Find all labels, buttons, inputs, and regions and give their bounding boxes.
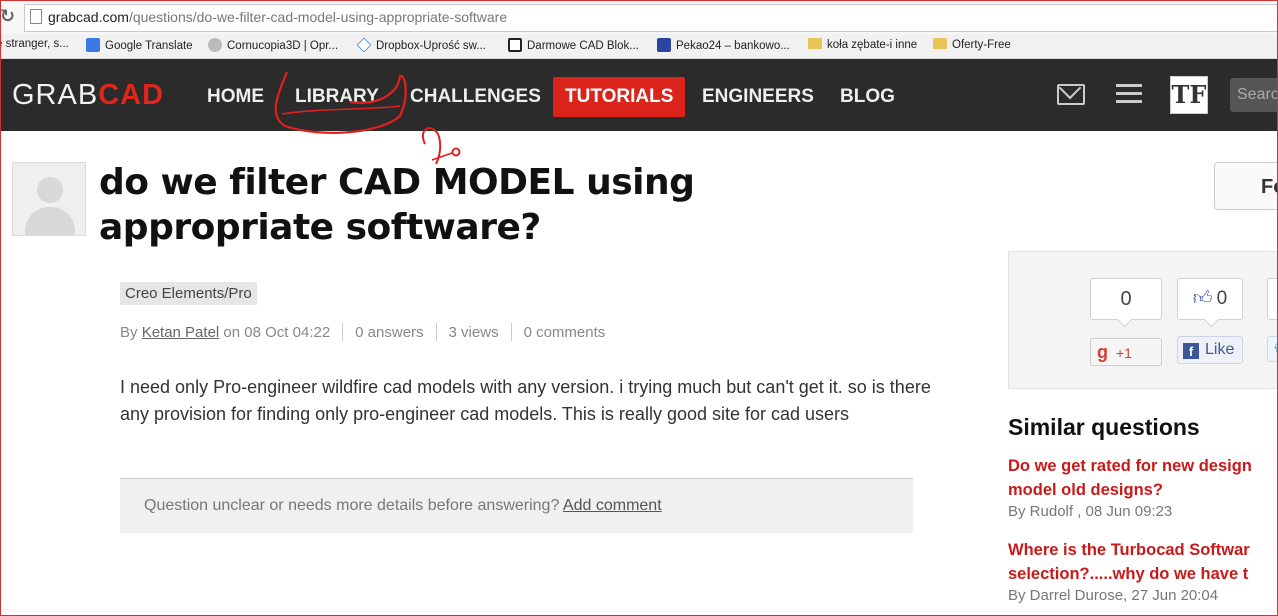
follow-button[interactable]: Fo [1214,162,1278,210]
tweet-count [1267,278,1278,320]
similar-question-line: Do we get rated for new design [1008,457,1252,475]
like-label: Like [1205,341,1235,358]
comment-prompt-text: Question unclear or needs more details b… [144,497,560,514]
similar-question-line: model old designs? [1008,481,1163,499]
like-count: 👍︎ 0 [1177,278,1243,320]
gplus-button[interactable]: g +1 [1090,338,1162,366]
bookmark-label: Darmowe CAD Blok... [527,40,639,52]
pekao-icon [657,38,671,52]
facebook-icon: f [1183,343,1199,359]
author-link[interactable]: Ketan Patel [142,324,220,341]
similar-questions-heading: Similar questions [1008,414,1200,440]
comment-prompt-box: Question unclear or needs more details b… [120,478,913,533]
url-text[interactable]: grabcad.com/questions/do-we-filter-cad-m… [48,9,507,25]
bookmark-label: Google Translate [105,40,193,52]
similar-question-link[interactable]: Where is the Turbocad Softwar selection?.… [1008,538,1278,586]
url-path: /questions/do-we-filter-cad-model-using-… [128,9,508,25]
dropbox-icon [356,37,372,53]
tweet-button[interactable]: 🐦︎ [1267,336,1278,362]
bookmark-darmowe-cad[interactable]: Darmowe CAD Blok... [508,38,639,54]
cornucopia-icon [208,38,222,52]
meta-views: 3 views [448,324,499,341]
similar-question-line: selection?.....why do we have t [1008,565,1249,583]
bookmark-folder-oferty[interactable]: Oferty-Free [933,38,1011,54]
bookmark-label: Cornucopia3D | Opr... [227,40,339,52]
nav-home[interactable]: HOME [207,86,264,108]
address-bar: ↻ grabcad.com/questions/do-we-filter-cad… [0,0,1278,34]
bookmark-label: Dropbox-Uprość sw... [376,40,486,52]
nav-challenges[interactable]: CHALLENGES [410,86,541,108]
question-meta: By Ketan Patel on 08 Oct 04:22 0 answers 3… [120,323,605,341]
gplus-count: 0 [1090,278,1162,320]
question-tag[interactable]: Creo Elements/Pro [120,282,257,305]
similar-question: Where is the Turbocad Softwar selection?.… [1008,538,1278,604]
question-title: do we filter CAD MODEL using appropriate… [99,162,695,248]
folder-icon [808,38,822,49]
nav-blog[interactable]: BLOG [840,86,895,108]
thumbs-up-icon: 👍︎ [1192,288,1213,309]
gplus-label: +1 [1116,345,1132,361]
cad-block-icon [508,38,522,52]
similar-question: Do we get rated for new design model old … [1008,454,1278,520]
bookmark-label: Oferty-Free [952,39,1011,51]
meta-date: on 08 Oct 04:22 [223,324,331,341]
similar-question-byline: By Rudolf , 08 Jun 09:23 [1008,503,1173,520]
nav-tutorials[interactable]: TUTORIALS [553,77,686,117]
url-host: grabcad.com [48,9,129,25]
similar-question-byline: By Darrel Durose, 27 Jun 20:04 [1008,587,1219,604]
nav-engineers[interactable]: ENGINEERS [702,86,814,108]
question-body: I need only Pro-engineer wildfire cad mo… [120,377,931,424]
share-panel: 0 👍︎0 g+1 fLike 🐦︎ [1008,251,1278,389]
meta-answers: 0 answers [355,324,424,341]
user-avatar[interactable]: TF [1170,76,1208,114]
bookmark-dropbox[interactable]: Dropbox-Uprość sw... [356,37,486,54]
author-avatar[interactable] [12,162,86,236]
facebook-like-button[interactable]: f Like [1177,336,1243,364]
page-icon [30,9,42,24]
bookmark-google-translate[interactable]: Google Translate [86,38,193,54]
search-input[interactable]: Searc [1230,78,1278,112]
add-comment-link[interactable]: Add comment [563,497,662,514]
twitter-icon: 🐦︎ [1274,342,1278,358]
folder-icon [933,38,947,49]
bookmark-stranger[interactable]: e stranger, s... [0,38,69,54]
bookmark-label: e stranger, s... [0,38,69,50]
logo-grab: GRAB [12,79,99,111]
site-navbar: GRABCAD HOME LIBRARY CHALLENGES TUTORIAL… [0,59,1278,131]
menu-icon[interactable] [1116,84,1142,108]
mail-icon[interactable] [1057,84,1085,105]
gplus-icon: g [1097,342,1108,362]
bookmark-label: Pekao24 – bankowo... [676,40,790,52]
bookmarks-bar: e stranger, s... Google Translate Cornuc… [0,34,1278,59]
grabcad-logo[interactable]: GRABCAD [12,79,164,112]
bookmark-label: koła zębate-i inne [827,39,918,51]
reload-icon[interactable]: ↻ [0,6,15,27]
similar-question-link[interactable]: Do we get rated for new design model old … [1008,454,1278,502]
translate-icon [86,38,100,52]
meta-comments: 0 comments [523,324,606,341]
bookmark-pekao[interactable]: Pekao24 – bankowo... [657,38,790,54]
bookmark-folder-kola[interactable]: koła zębate-i inne [808,38,917,54]
nav-library[interactable]: LIBRARY [295,86,379,108]
bookmark-cornucopia[interactable]: Cornucopia3D | Opr... [208,38,338,54]
meta-by: By [120,324,138,341]
similar-question-line: Where is the Turbocad Softwar [1008,541,1250,559]
like-count-value: 0 [1216,288,1228,309]
logo-cad: CAD [98,79,165,111]
